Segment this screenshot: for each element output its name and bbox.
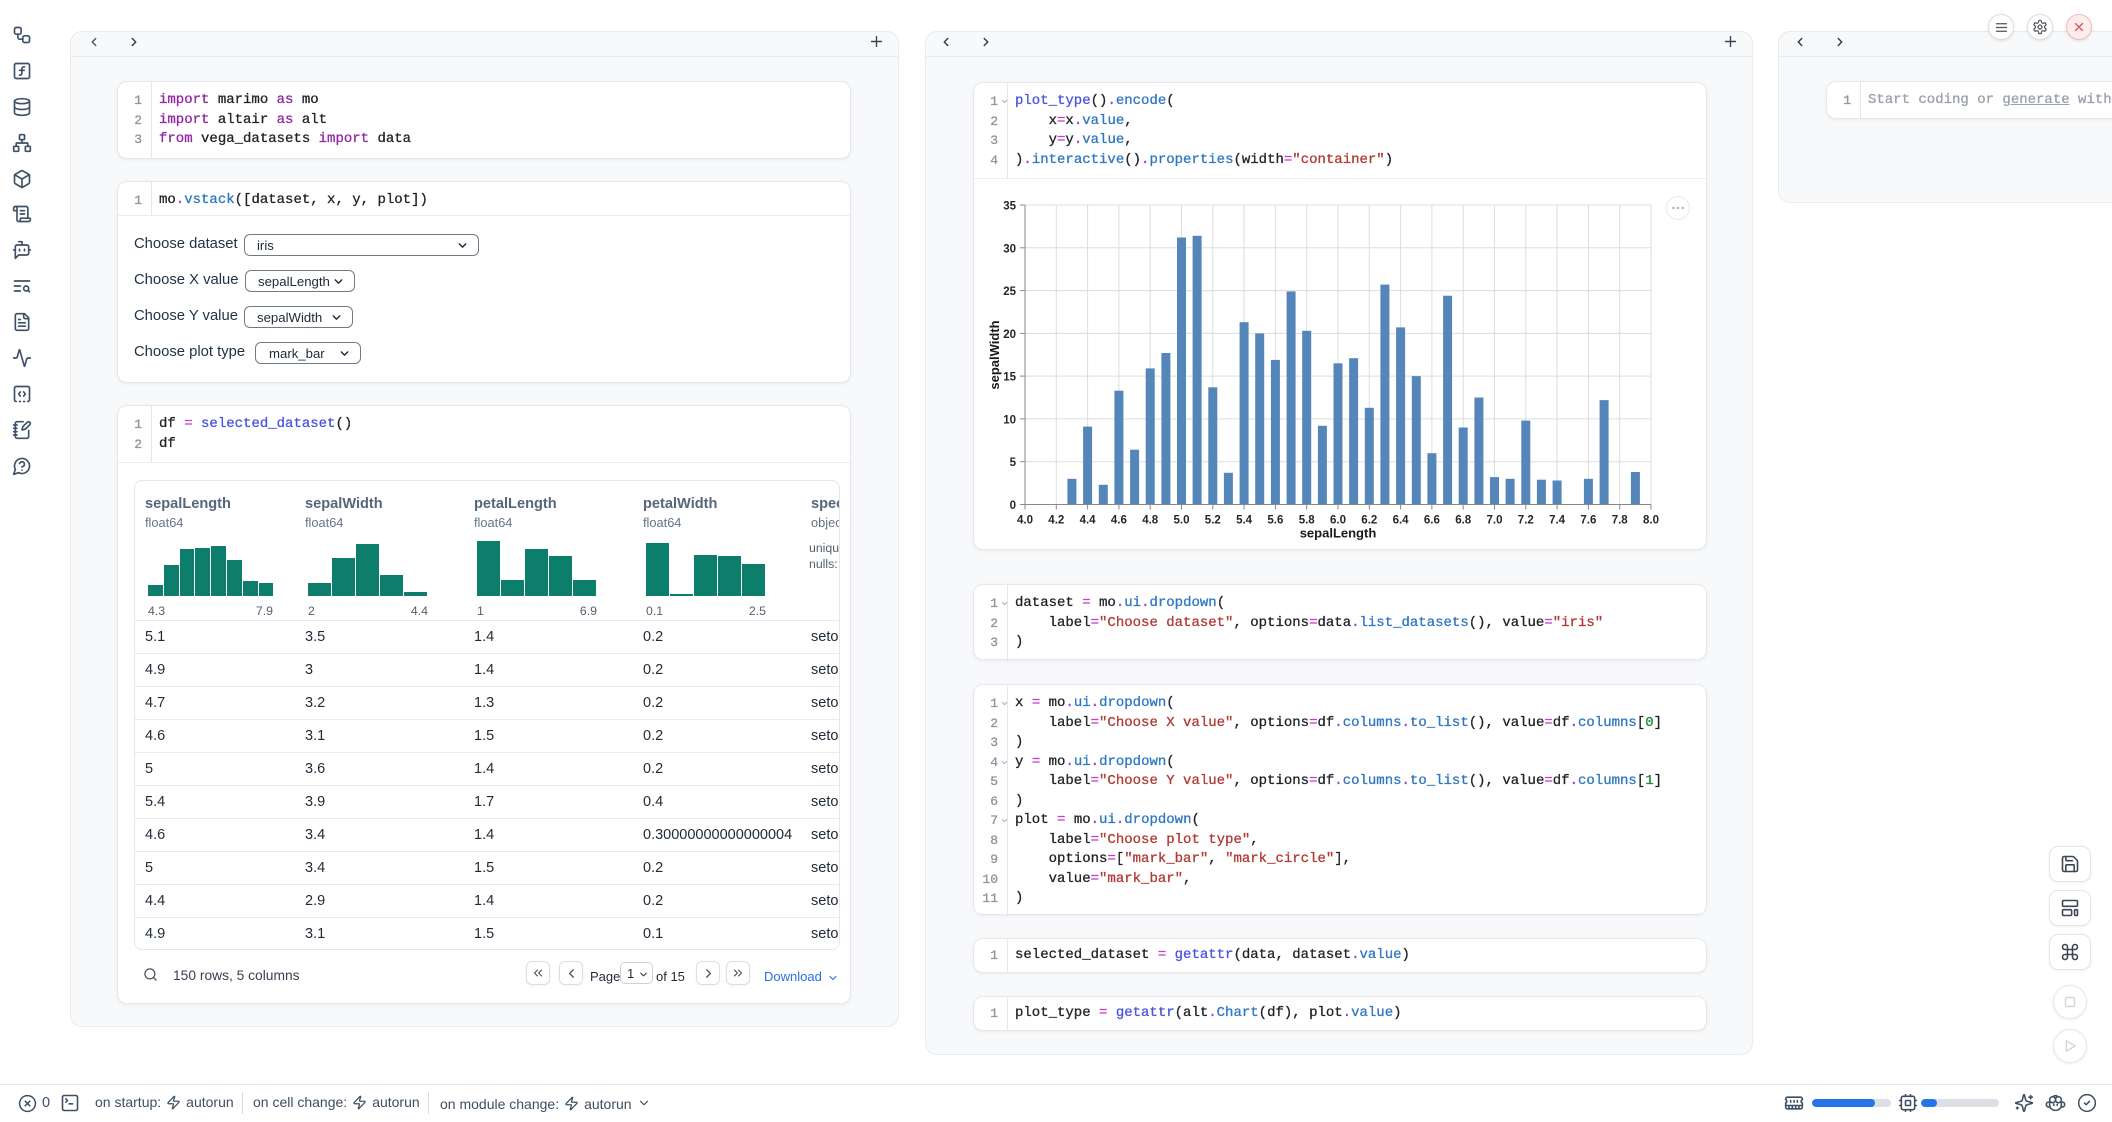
svg-text:4.0: 4.0 (1017, 515, 1033, 527)
svg-text:6.6: 6.6 (1424, 515, 1440, 527)
svg-text:7.0: 7.0 (1487, 515, 1503, 527)
svg-text:10: 10 (1003, 414, 1016, 426)
svg-text:15: 15 (1003, 372, 1016, 384)
svg-text:4.4: 4.4 (1080, 515, 1097, 527)
svg-text:35: 35 (1003, 201, 1016, 213)
svg-text:5.0: 5.0 (1174, 515, 1190, 527)
svg-text:5.2: 5.2 (1205, 515, 1221, 527)
svg-text:7.2: 7.2 (1518, 515, 1534, 527)
svg-text:sepalLength: sepalLength (1300, 526, 1377, 541)
svg-text:5.4: 5.4 (1236, 515, 1253, 527)
svg-text:6.8: 6.8 (1455, 515, 1472, 527)
svg-text:7.4: 7.4 (1549, 515, 1566, 527)
svg-text:7.6: 7.6 (1580, 515, 1596, 527)
svg-text:4.6: 4.6 (1111, 515, 1127, 527)
svg-text:6.4: 6.4 (1393, 515, 1410, 527)
svg-text:4.8: 4.8 (1142, 515, 1159, 527)
svg-text:0: 0 (1010, 500, 1016, 512)
svg-text:30: 30 (1003, 243, 1016, 255)
svg-text:20: 20 (1003, 329, 1016, 341)
svg-text:5.6: 5.6 (1267, 515, 1283, 527)
svg-text:sepalWidth: sepalWidth (987, 320, 1002, 389)
svg-text:8.0: 8.0 (1643, 515, 1659, 527)
svg-text:4.2: 4.2 (1048, 515, 1064, 527)
svg-text:7.8: 7.8 (1612, 515, 1629, 527)
svg-text:25: 25 (1003, 286, 1016, 298)
svg-text:5: 5 (1010, 457, 1017, 469)
